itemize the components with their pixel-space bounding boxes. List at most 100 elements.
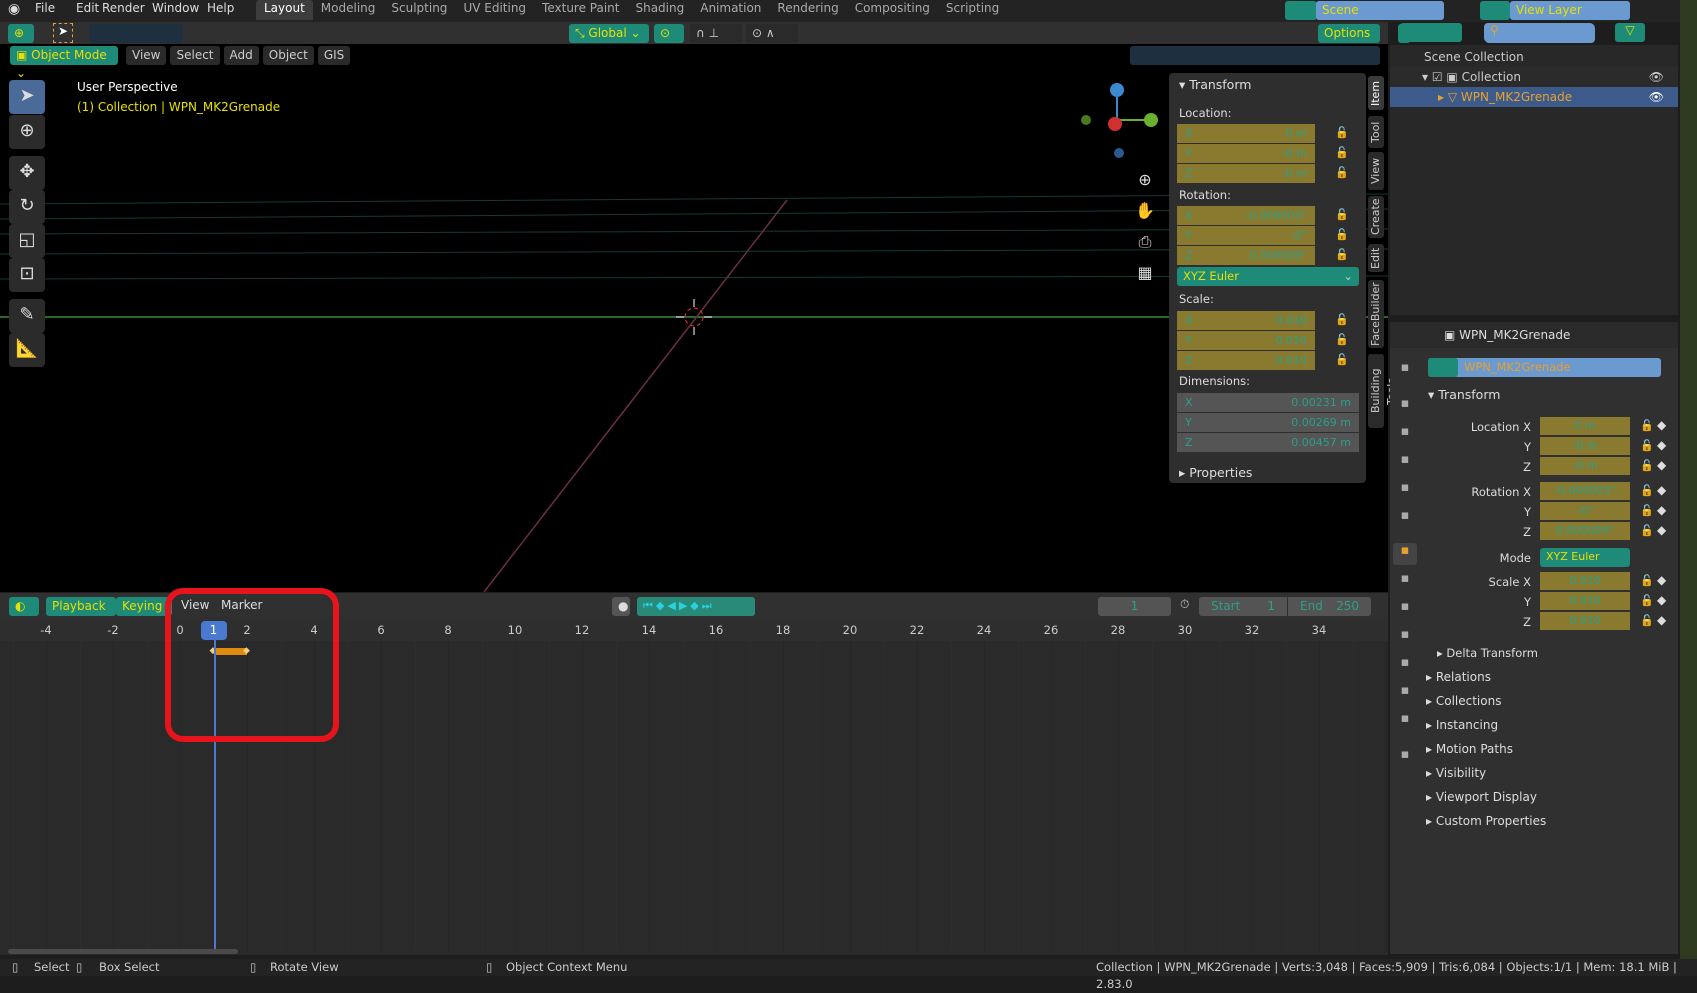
object-properties-icon[interactable]: ▪ xyxy=(1393,543,1417,565)
viewport-menu-select[interactable]: Select xyxy=(170,46,220,65)
keyframe-icon[interactable]: ◆ xyxy=(1657,613,1666,627)
sidebar-tab-tool[interactable]: Tool xyxy=(1368,116,1384,148)
keyframe-icon[interactable]: ◆ xyxy=(1657,483,1666,497)
ortho-grid-icon[interactable]: ▦ xyxy=(1133,257,1157,288)
rotation-y-field[interactable]: Y -0° xyxy=(1177,226,1315,245)
lock-icon[interactable]: 🔓 xyxy=(1640,439,1654,452)
prop-location-field[interactable]: 0 m xyxy=(1540,417,1630,435)
editor-type-button[interactable]: ⊕ xyxy=(8,24,34,43)
viewport-menu-gis[interactable]: GIS xyxy=(317,46,351,65)
snap-button[interactable]: ∩ ⊥ xyxy=(690,24,742,43)
keying-menu[interactable]: Keying xyxy=(116,597,172,616)
location-x-field[interactable]: X 0 m xyxy=(1177,124,1315,143)
tab-scripting[interactable]: Scripting xyxy=(938,0,1007,20)
outliner-scene-collection[interactable]: Scene Collection xyxy=(1390,47,1678,67)
proportional-edit-button[interactable]: ⊙ ∧ xyxy=(746,24,798,43)
tab-compositing[interactable]: Compositing xyxy=(847,0,938,20)
tab-uv-editing[interactable]: UV Editing xyxy=(455,0,534,20)
keyframe-icon[interactable]: ◆ xyxy=(1657,593,1666,607)
section-motion-paths[interactable]: ▸ Motion Paths xyxy=(1426,742,1513,756)
move-tool-icon[interactable]: ✥ xyxy=(9,156,45,190)
section-instancing[interactable]: ▸ Instancing xyxy=(1426,718,1498,732)
scale-z-field[interactable]: Z 0.010 xyxy=(1177,351,1315,370)
transform-tool-icon[interactable]: ⊡ xyxy=(9,258,45,292)
annotate-tool-icon[interactable]: ✎ xyxy=(9,299,45,333)
particles-properties-icon[interactable]: ▪ xyxy=(1393,599,1417,621)
keyframe-icon[interactable]: ◆ xyxy=(1657,418,1666,432)
end-frame-field[interactable]: End 250 xyxy=(1288,597,1371,616)
view-layer-properties-icon[interactable]: ▪ xyxy=(1393,452,1417,474)
section-viewport-display[interactable]: ▸ Viewport Display xyxy=(1426,790,1537,804)
scene-selector-icon[interactable] xyxy=(1285,1,1317,20)
prop-location-field[interactable]: -0 m xyxy=(1540,437,1630,455)
pivot-icon[interactable]: ⊙ xyxy=(654,24,684,43)
section-visibility[interactable]: ▸ Visibility xyxy=(1426,766,1486,780)
menu-window[interactable]: Window xyxy=(152,0,199,18)
prop-scale-field[interactable]: 0.010 xyxy=(1540,612,1630,630)
tab-sculpting[interactable]: Sculpting xyxy=(383,0,455,20)
timeline-scrollbar[interactable] xyxy=(8,949,238,954)
viewport-menu-object[interactable]: Object xyxy=(262,46,314,65)
delta-transform-header[interactable]: ▸ Delta Transform xyxy=(1437,646,1538,660)
lock-icon[interactable]: 🔓 xyxy=(1640,524,1654,537)
keyframe-icon[interactable]: ◆ xyxy=(1657,573,1666,587)
scale-x-field[interactable]: X 0.010 xyxy=(1177,311,1315,330)
cursor-tool-icon[interactable]: ⊕ xyxy=(9,115,45,149)
rotation-z-field[interactable]: Z 0.000009° xyxy=(1177,246,1315,265)
lock-icon[interactable]: 🔓 xyxy=(1335,228,1349,241)
texture-properties-icon[interactable]: ▪ xyxy=(1393,747,1417,769)
lock-icon[interactable]: 🔓 xyxy=(1335,166,1349,179)
zoom-icon[interactable]: ⊕ xyxy=(1133,164,1157,195)
transform-orientation-dropdown[interactable]: ⤡ Global ⌄ xyxy=(569,24,649,43)
menu-render[interactable]: Render xyxy=(102,0,145,18)
start-frame-field[interactable]: Start 1 xyxy=(1199,597,1287,616)
sidebar-tab-edit[interactable]: Edit xyxy=(1368,244,1384,272)
scale-y-field[interactable]: Y 0.010 xyxy=(1177,331,1315,350)
section-custom-properties[interactable]: ▸ Custom Properties xyxy=(1426,814,1546,828)
lock-icon[interactable]: 🔓 xyxy=(1640,484,1654,497)
tab-texture-paint[interactable]: Texture Paint xyxy=(534,0,627,20)
outliner-object[interactable]: ▸ ▽ WPN_MK2Grenade 👁 xyxy=(1390,87,1678,107)
filter-icon[interactable]: ▽ xyxy=(1615,23,1645,42)
scale-tool-icon[interactable]: ◱ xyxy=(9,224,45,258)
mode-dropdown[interactable]: ▣ Object Mode ⌄ xyxy=(10,46,118,80)
scene-name-field[interactable]: Scene xyxy=(1316,1,1444,20)
keyframe-icon[interactable]: ◆ xyxy=(1657,503,1666,517)
lock-icon[interactable]: 🔓 xyxy=(1640,459,1654,472)
options-dropdown[interactable]: Options xyxy=(1318,24,1380,43)
tab-rendering[interactable]: Rendering xyxy=(769,0,846,20)
timeline-editor-type-icon[interactable]: ◐ xyxy=(9,597,39,616)
outliner-collection[interactable]: ▾ ☑ ▣ Collection 👁 xyxy=(1390,67,1678,87)
section-collections[interactable]: ▸ Collections xyxy=(1426,694,1501,708)
menu-edit[interactable]: Edit xyxy=(76,0,99,18)
keyframe-icon[interactable]: ◆ xyxy=(1657,458,1666,472)
sidebar-tab-facebuilder[interactable]: FaceBuilder xyxy=(1368,280,1384,348)
tab-modeling[interactable]: Modeling xyxy=(313,0,384,20)
select-tool-icon[interactable]: ➤ xyxy=(53,23,73,43)
lock-icon[interactable]: 🔓 xyxy=(1335,313,1349,326)
eye-icon[interactable]: 👁 xyxy=(1649,87,1664,107)
sidebar-tab-create[interactable]: Create xyxy=(1368,196,1384,238)
menu-help[interactable]: Help xyxy=(207,0,234,18)
tab-shading[interactable]: Shading xyxy=(627,0,692,20)
sidebar-tab-building-tools[interactable]: Building Tools xyxy=(1368,354,1398,428)
section-relations[interactable]: ▸ Relations xyxy=(1426,670,1491,684)
keyframe-icon[interactable]: ◆ xyxy=(1657,438,1666,452)
camera-icon[interactable]: ⎙ xyxy=(1133,226,1157,257)
properties-header[interactable]: ▸ Properties xyxy=(1179,465,1252,480)
select-box-tool-icon[interactable]: ➤ xyxy=(9,80,45,114)
outliner-search-field[interactable]: ⚲ xyxy=(1484,23,1594,42)
lock-icon[interactable]: 🔓 xyxy=(1335,126,1349,139)
lock-icon[interactable]: 🔓 xyxy=(1640,594,1654,607)
render-properties-icon[interactable]: ▪ xyxy=(1393,396,1417,418)
stopwatch-icon[interactable]: ⏱ xyxy=(1180,597,1198,612)
measure-tool-icon[interactable]: 📐 xyxy=(9,333,45,367)
lock-icon[interactable]: 🔓 xyxy=(1640,574,1654,587)
rotate-tool-icon[interactable]: ↻ xyxy=(9,190,45,224)
prop-scale-field[interactable]: 0.010 xyxy=(1540,572,1630,590)
lock-icon[interactable]: 🔓 xyxy=(1335,146,1349,159)
tab-layout[interactable]: Layout xyxy=(256,0,313,20)
output-properties-icon[interactable]: ▪ xyxy=(1393,424,1417,446)
prop-location-field[interactable]: -0 m xyxy=(1540,457,1630,475)
tool-properties-icon[interactable]: ▪ xyxy=(1393,360,1417,382)
